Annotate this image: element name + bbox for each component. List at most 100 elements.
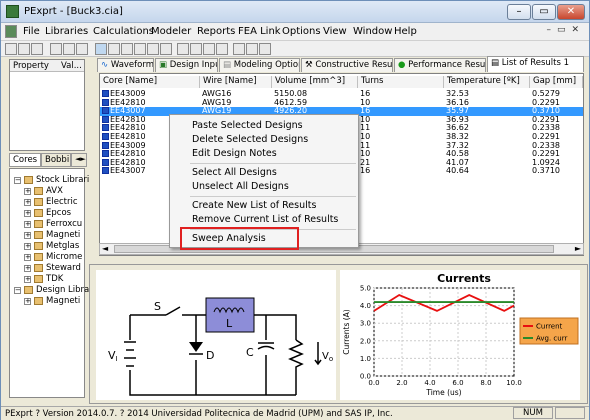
table-row[interactable]: EE43009 AWG16 5150.08 16 32.53 0.5279 (100, 90, 583, 99)
tool-d-icon[interactable] (160, 43, 172, 55)
folder-icon (34, 198, 43, 206)
design-icon (102, 141, 109, 149)
maximize-button[interactable]: ▭ (532, 4, 556, 20)
tree-item[interactable]: AVX (46, 186, 63, 196)
tool-f-icon[interactable] (190, 43, 202, 55)
tree-item[interactable]: Stock Librari (36, 175, 89, 185)
tool-j-icon[interactable] (246, 43, 258, 55)
paste-icon[interactable] (76, 43, 88, 55)
tab-label: Constructive Results (315, 60, 393, 70)
tree-expand-icon[interactable]: + (24, 188, 31, 195)
circuit-diagram: S L VI D C Vo (96, 270, 336, 400)
menu-options[interactable]: Options (282, 26, 321, 37)
menu-modeler[interactable]: Modeler (151, 26, 191, 37)
vo-arrow-icon (314, 342, 322, 366)
tab-design-inputs[interactable]: ▣ Design Inputs (155, 58, 218, 72)
status-text: PExprt ? Version 2014.0.7. ? 2014 Univer… (5, 409, 393, 419)
tab-modeling-options[interactable]: ▤ Modeling Options (219, 58, 300, 72)
tree-item[interactable]: Magneti (46, 296, 80, 306)
menu-reports[interactable]: Reports (197, 26, 235, 37)
tab-constructive-results[interactable]: ⚒ Constructive Results (301, 58, 393, 72)
tree-expand-icon[interactable]: + (24, 276, 31, 283)
tree-expand-icon[interactable]: − (14, 177, 21, 184)
tree-expand-icon[interactable]: + (24, 243, 31, 250)
property-panel: Property Val... (9, 59, 85, 151)
close-button[interactable]: ✕ (557, 4, 585, 20)
tree-item[interactable]: Epcos (46, 208, 71, 218)
tab-bobbins[interactable]: Bobbi (41, 153, 71, 167)
menu-select-all[interactable]: Select All Designs (192, 167, 277, 178)
tab-list-of-results[interactable]: ▤ List of Results 1 (487, 56, 584, 72)
menu-remove-list[interactable]: Remove Current List of Results (192, 214, 338, 225)
tree-expand-icon[interactable]: + (24, 232, 31, 239)
tool-c-icon[interactable] (147, 43, 159, 55)
tab-performance-results[interactable]: ● Performance Results (394, 58, 486, 72)
tool-e-icon[interactable] (177, 43, 189, 55)
y-tick-label: 0.0 (360, 373, 371, 381)
save-icon[interactable] (31, 43, 43, 55)
tree-item[interactable]: Metglas (46, 241, 79, 251)
tree-expand-icon[interactable]: + (24, 210, 31, 217)
tree-expand-icon[interactable]: − (14, 287, 21, 294)
tool-g-icon[interactable] (203, 43, 215, 55)
menu-window[interactable]: Window (353, 26, 392, 37)
tree-item[interactable]: Steward (46, 263, 81, 273)
tree-expand-icon[interactable]: + (24, 199, 31, 206)
tool-h-icon[interactable] (216, 43, 228, 55)
property-header: Property Val... (10, 60, 84, 72)
tree-expand-icon[interactable]: + (24, 298, 31, 305)
copy-icon[interactable] (63, 43, 75, 55)
label-s: S (154, 300, 161, 313)
print-icon[interactable] (95, 43, 107, 55)
table-cell: 0.5279 (532, 89, 560, 98)
menu-delete-designs[interactable]: Delete Selected Designs (192, 134, 308, 145)
menu-create-list[interactable]: Create New List of Results (192, 200, 316, 211)
scroll-right-icon[interactable]: ► (575, 244, 581, 253)
tab-cores[interactable]: Cores (9, 153, 41, 167)
tool-a-icon[interactable] (121, 43, 133, 55)
tree-item[interactable]: TDK (46, 274, 63, 284)
col-volume[interactable]: Volume [mm^3] (272, 76, 358, 88)
cut-icon[interactable] (50, 43, 62, 55)
table-cell: 5150.08 (274, 89, 308, 98)
tool-b-icon[interactable] (134, 43, 146, 55)
help-icon[interactable] (108, 43, 120, 55)
col-gap[interactable]: Gap [mm] (530, 76, 583, 88)
new-icon[interactable] (5, 43, 17, 55)
menu-libraries[interactable]: Libraries (45, 26, 88, 37)
tool-k-icon[interactable] (259, 43, 271, 55)
menu-fea-link[interactable]: FEA Link (238, 26, 281, 37)
menu-file[interactable]: File (23, 26, 40, 37)
menu-calculations[interactable]: Calculations (93, 26, 154, 37)
menu-separator (190, 196, 356, 197)
tree-item[interactable]: Microme (46, 252, 82, 262)
tool-i-icon[interactable] (233, 43, 245, 55)
tree-item[interactable]: Ferroxcu (46, 219, 82, 229)
tree-item[interactable]: Design Librar (36, 285, 93, 295)
tree-expand-icon[interactable]: + (24, 254, 31, 261)
tab-scroll-arrows[interactable]: ◄► (71, 153, 87, 167)
col-turns[interactable]: Turns (358, 76, 444, 88)
menu-help[interactable]: Help (394, 26, 417, 37)
tree-item[interactable]: Electric (46, 197, 78, 207)
menu-edit-notes[interactable]: Edit Design Notes (192, 148, 277, 159)
col-temperature[interactable]: Temperature [ºK] (444, 76, 530, 88)
col-wire[interactable]: Wire [Name] (200, 76, 272, 88)
tree-item[interactable]: Magneti (46, 230, 80, 240)
scroll-left-icon[interactable]: ◄ (102, 244, 108, 253)
col-core[interactable]: Core [Name] (100, 76, 200, 88)
folder-icon (34, 242, 43, 250)
tree-expand-icon[interactable]: + (24, 265, 31, 272)
diode-icon (189, 342, 203, 352)
design-icon (102, 158, 109, 166)
mdi-controls[interactable]: –▭✕ (546, 25, 585, 35)
tree-expand-icon[interactable]: + (24, 221, 31, 228)
table-row[interactable]: EE42810 AWG19 4612.59 10 36.16 0.2291 (100, 98, 583, 108)
open-icon[interactable] (18, 43, 30, 55)
menu-unselect-all[interactable]: Unselect All Designs (192, 181, 289, 192)
menu-paste-designs[interactable]: Paste Selected Designs (192, 120, 303, 131)
table-cell: EE43009 (110, 89, 146, 98)
menu-view[interactable]: View (323, 26, 347, 37)
tab-waveforms[interactable]: ∿ Waveforms (97, 58, 154, 72)
minimize-button[interactable]: – (507, 4, 531, 20)
